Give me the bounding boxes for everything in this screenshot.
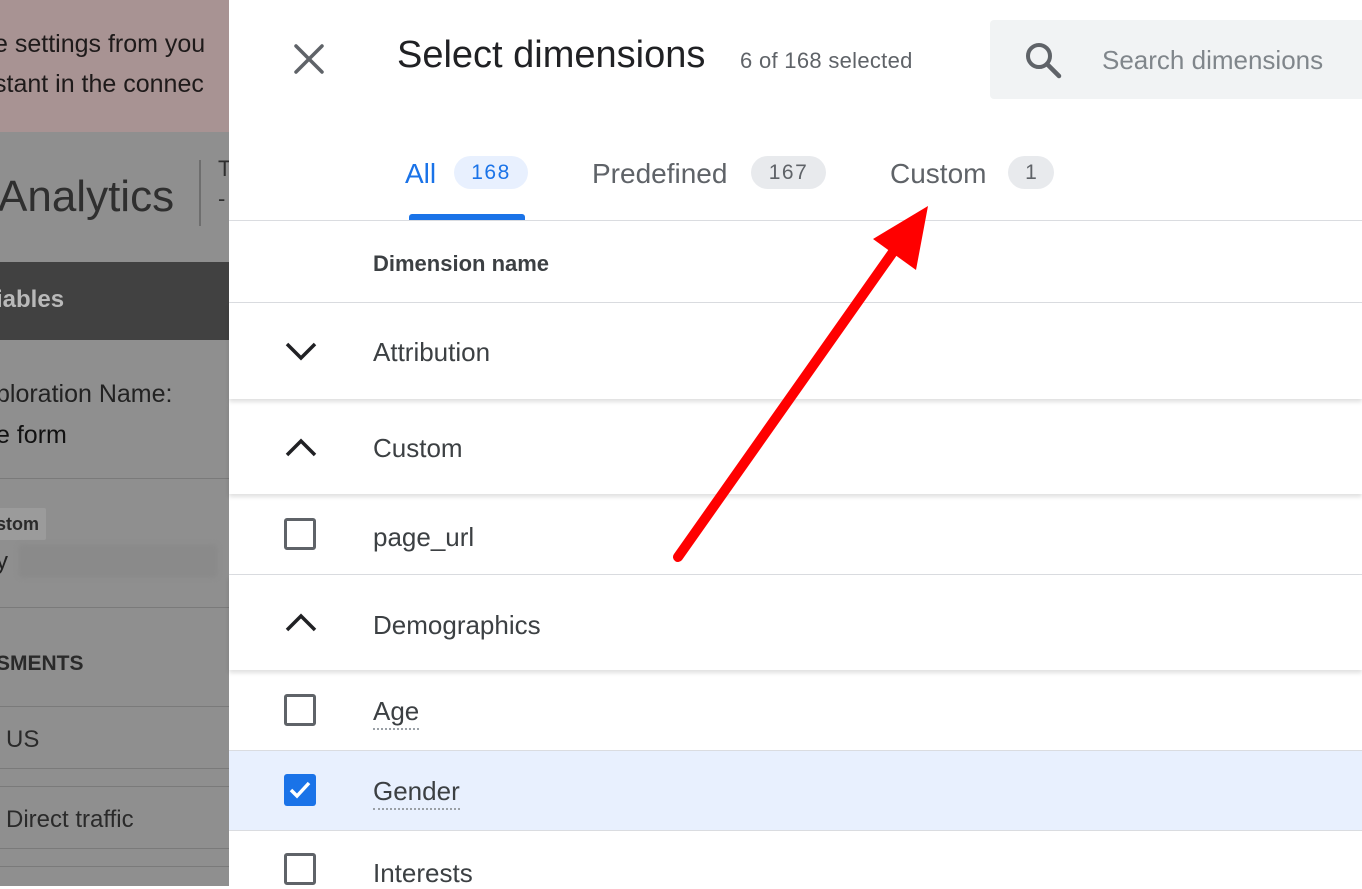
tab-predefined-count: 167 bbox=[751, 156, 826, 189]
tab-predefined-label: Predefined bbox=[592, 158, 728, 189]
tab-custom-count: 1 bbox=[1008, 156, 1054, 189]
checkbox-gender[interactable] bbox=[284, 774, 316, 806]
tab-all[interactable]: All 168 bbox=[400, 150, 540, 220]
item-label: Age bbox=[373, 696, 420, 730]
blurred-value bbox=[18, 544, 218, 578]
search-input[interactable] bbox=[1100, 38, 1362, 82]
variables-label: iables bbox=[0, 286, 65, 313]
header-partial-dash: - bbox=[218, 186, 226, 211]
tabs-divider bbox=[229, 220, 1362, 221]
panel-title: Select dimensions bbox=[397, 34, 706, 76]
segment-item-direct-traffic: Direct traffic bbox=[6, 806, 134, 833]
background-divider bbox=[0, 768, 229, 769]
search-box[interactable] bbox=[990, 20, 1362, 99]
tab-all-count: 168 bbox=[454, 156, 528, 189]
background-page: e settings from you stant in the connec … bbox=[0, 0, 229, 886]
checkbox-interests[interactable] bbox=[284, 853, 316, 885]
checkmark-icon bbox=[289, 781, 311, 799]
tab-predefined[interactable]: Predefined 167 bbox=[588, 150, 838, 220]
background-divider bbox=[0, 478, 229, 479]
exploration-name-value: e form bbox=[0, 421, 67, 449]
background-divider bbox=[0, 607, 229, 608]
banner-text-line: e settings from you bbox=[0, 30, 206, 58]
tab-custom[interactable]: Custom 1 bbox=[886, 150, 1066, 220]
item-label: Gender bbox=[373, 776, 460, 810]
checkbox-age[interactable] bbox=[284, 694, 316, 726]
close-icon bbox=[294, 44, 324, 74]
analytics-logo-text: Analytics bbox=[0, 172, 175, 221]
chevron-up-icon bbox=[285, 613, 317, 632]
segments-label: SMENTS bbox=[0, 652, 84, 675]
tab-custom-label: Custom bbox=[890, 158, 987, 189]
list-item-page-url[interactable]: page_url bbox=[229, 496, 1362, 574]
chevron-up-icon bbox=[285, 438, 317, 457]
tab-all-label: All bbox=[405, 158, 437, 189]
search-icon bbox=[1026, 43, 1062, 79]
background-divider bbox=[0, 786, 229, 787]
selected-count: 6 of 168 selected bbox=[740, 48, 913, 73]
segment-item-us: US bbox=[6, 726, 40, 753]
list-item-age[interactable]: Age bbox=[229, 672, 1362, 750]
item-label: Interests bbox=[373, 858, 473, 888]
chip-sub-text: y bbox=[0, 548, 8, 575]
header-partial-text: T bbox=[218, 156, 229, 181]
header-divider bbox=[199, 160, 201, 226]
background-divider bbox=[0, 866, 229, 867]
close-button[interactable] bbox=[286, 36, 332, 82]
group-custom[interactable]: Custom bbox=[229, 400, 1362, 494]
chevron-down-icon bbox=[285, 342, 317, 361]
list-item-gender[interactable]: Gender bbox=[229, 751, 1362, 830]
group-attribution[interactable]: Attribution bbox=[229, 303, 1362, 399]
variables-header: iables bbox=[0, 262, 229, 340]
group-label: Custom bbox=[373, 433, 463, 463]
column-header-dimension-name: Dimension name bbox=[373, 251, 550, 276]
item-label: page_url bbox=[373, 522, 475, 552]
group-demographics[interactable]: Demographics bbox=[229, 575, 1362, 670]
banner-text-line: stant in the connec bbox=[0, 70, 204, 98]
background-divider bbox=[0, 848, 229, 849]
list-item-interests[interactable]: Interests bbox=[229, 831, 1362, 888]
group-label: Demographics bbox=[373, 610, 541, 640]
checkbox-page-url[interactable] bbox=[284, 518, 316, 550]
exploration-name-label: ploration Name: bbox=[0, 380, 173, 408]
background-divider bbox=[0, 706, 229, 707]
group-label: Attribution bbox=[373, 337, 491, 367]
background-banner: e settings from you stant in the connec bbox=[0, 0, 229, 132]
custom-chip-label: stom bbox=[0, 514, 40, 534]
custom-chip: stom bbox=[0, 508, 46, 540]
